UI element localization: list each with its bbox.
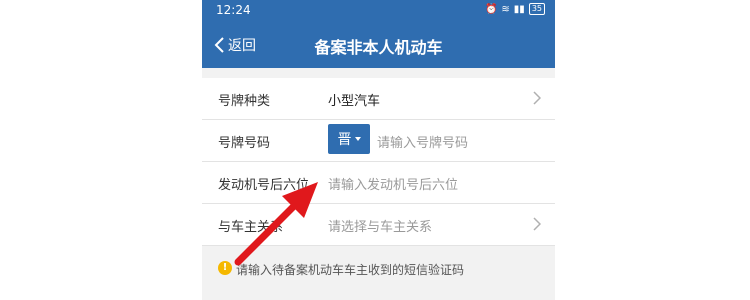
- plate-number-label: 号牌号码: [218, 136, 271, 151]
- plate-type-label: 号牌种类: [218, 94, 271, 109]
- wifi-icon: ≋: [501, 3, 510, 15]
- plate-type-value: 小型汽车: [328, 94, 381, 109]
- province-select-button[interactable]: 晋: [328, 124, 370, 154]
- province-value: 晋: [337, 132, 352, 148]
- battery-icon: 35: [528, 3, 545, 15]
- annotation-arrow-icon: [234, 182, 318, 266]
- status-icons: ⏰ ≋ ▮▮ 35: [485, 3, 545, 15]
- plate-number-input[interactable]: 请输入号牌号码: [377, 132, 468, 151]
- chevron-right-icon: [533, 217, 541, 231]
- relationship-select[interactable]: 请选择与车主关系: [328, 216, 432, 235]
- plate-number-row: 号牌号码 晋 请输入号牌号码: [202, 120, 555, 162]
- status-time: 12:24: [216, 3, 251, 17]
- chevron-right-icon: [533, 91, 541, 105]
- signal-icon: ▮▮: [513, 3, 525, 15]
- nav-bar: 返回 备案非本人机动车: [202, 22, 555, 68]
- status-bar: 12:24 ⏰ ≋ ▮▮ 35: [202, 0, 555, 22]
- caret-down-icon: [354, 137, 361, 141]
- engine-number-input[interactable]: 请输入发动机号后六位: [328, 174, 458, 193]
- plate-type-row[interactable]: 号牌种类 小型汽车: [202, 78, 555, 120]
- page-title: 备案非本人机动车: [314, 38, 443, 57]
- alarm-icon: ⏰: [484, 3, 498, 15]
